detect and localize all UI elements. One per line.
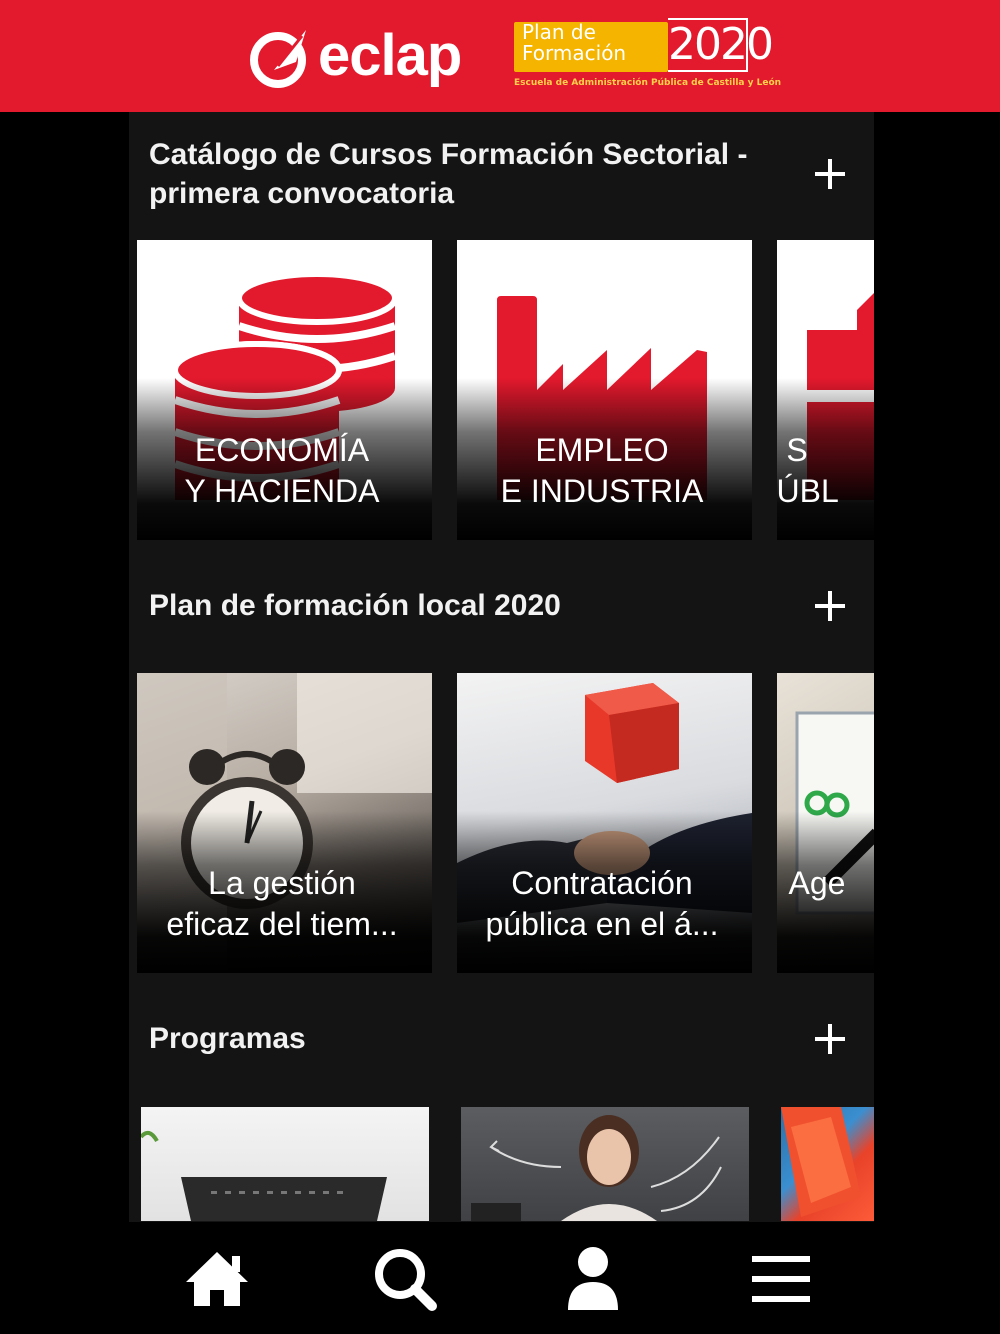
eclap-logo-mark-icon: [250, 30, 306, 88]
card-label: Age: [788, 865, 846, 901]
section-title-catalogo: Catálogo de Cursos Formación Sectorial -…: [149, 138, 748, 210]
plan-formacion-logo: Plan de Formación 2020 Escuela de Admini…: [514, 18, 782, 96]
plan-badge: Plan de Formación: [514, 22, 668, 72]
plan-year: 2020: [668, 18, 774, 72]
card-programa-3[interactable]: [781, 1107, 874, 1221]
brand-name: eclap: [318, 23, 462, 88]
plan-line1: Plan de: [522, 20, 596, 44]
app-header: eclap Plan de Formación 2020 Escuela de …: [0, 0, 1000, 112]
card-label: S PÚBL: [777, 432, 839, 509]
user-icon: [568, 1247, 618, 1310]
card-label: La gestión eficaz del tiem...: [166, 865, 398, 942]
nav-profile-button[interactable]: [558, 1244, 628, 1314]
search-icon: [375, 1249, 437, 1311]
card-servicios[interactable]: S PÚBL: [777, 240, 874, 540]
nav-menu-button[interactable]: [746, 1244, 816, 1314]
plan-line2: Formación: [522, 41, 627, 65]
main-content[interactable]: Catálogo de Cursos Formación Sectorial -…: [129, 112, 874, 1222]
card-label: ECONOMÍA Y HACIENDA: [184, 432, 380, 509]
card-programa-1[interactable]: [141, 1107, 429, 1221]
menu-icon: [752, 1256, 810, 1302]
expand-plan-local-button[interactable]: [815, 591, 845, 621]
abstract-photo: [781, 1107, 861, 1217]
card-contratacion[interactable]: Contratación pública en el á...: [457, 673, 752, 973]
card-label: Contratación pública en el á...: [485, 865, 719, 942]
expand-catalogo-button[interactable]: [815, 159, 845, 189]
nav-home-button[interactable]: [182, 1244, 252, 1314]
card-agenda[interactable]: Age: [777, 673, 874, 973]
card-label: EMPLEO E INDUSTRIA: [500, 432, 704, 509]
nav-search-button[interactable]: [370, 1244, 440, 1314]
laptop-photo: [141, 1130, 387, 1221]
card-programa-2[interactable]: [461, 1107, 749, 1221]
woman-photo: [471, 1115, 722, 1221]
home-icon: [186, 1252, 248, 1306]
eclap-logo[interactable]: eclap: [248, 23, 488, 88]
bottom-navigation: [0, 1222, 1000, 1334]
card-economia[interactable]: ECONOMÍA Y HACIENDA: [137, 240, 432, 540]
card-empleo[interactable]: EMPLEO E INDUSTRIA: [457, 240, 752, 540]
card-gestion-tiempo[interactable]: La gestión eficaz del tiem...: [137, 673, 432, 973]
expand-programas-button[interactable]: [815, 1024, 845, 1054]
section-title-programas: Programas: [149, 1022, 306, 1055]
plan-subtitle: Escuela de Administración Pública de Cas…: [514, 78, 782, 88]
section-title-plan-local: Plan de formación local 2020: [149, 589, 561, 622]
